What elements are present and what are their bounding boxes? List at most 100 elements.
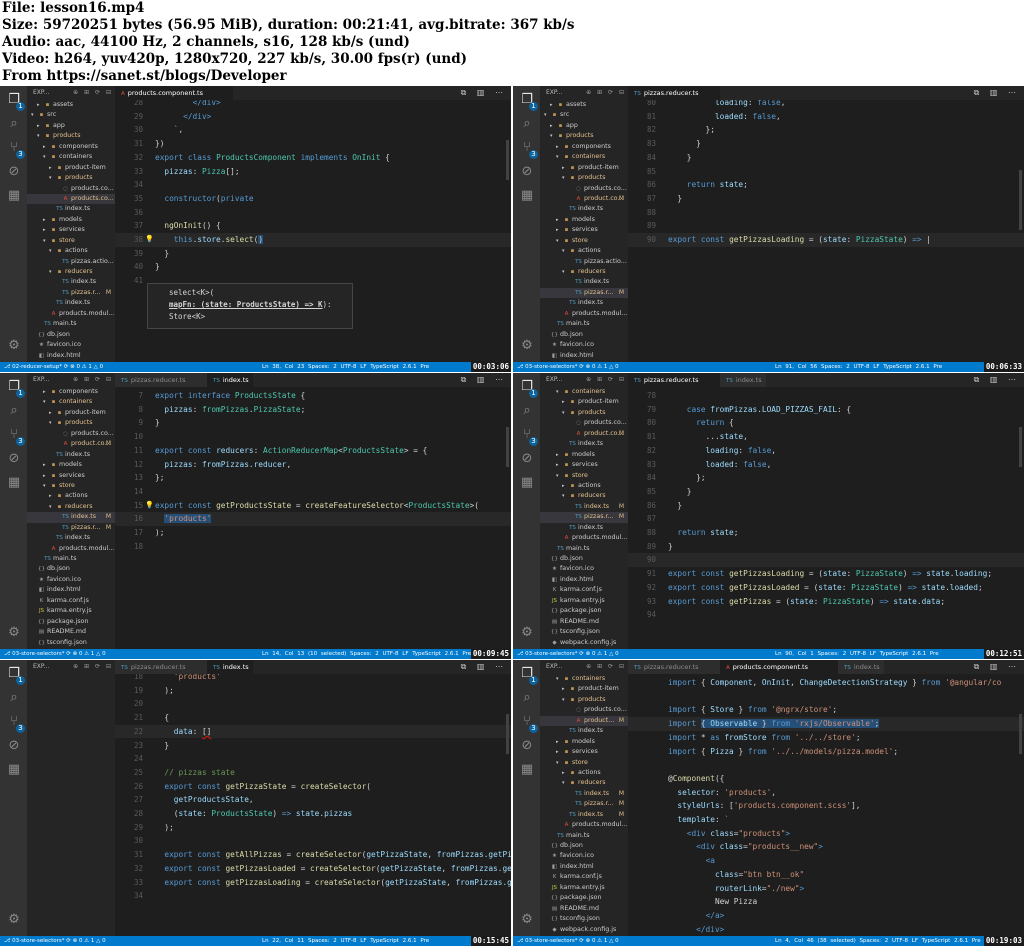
source-control-icon[interactable]: ⑂ 3 [519, 714, 538, 733]
tree-item[interactable]: ▾ ▪ products [540, 173, 628, 183]
tree-item[interactable]: TS index.ts [27, 533, 115, 543]
files-icon[interactable]: ❐ 1 [6, 379, 25, 398]
tree-item[interactable]: ★ favicon.ico [540, 340, 628, 350]
tree-item[interactable]: ▾ ▪ containers [540, 674, 628, 684]
tree-item[interactable]: ▸ ▪ product-item [540, 163, 628, 173]
tree-item[interactable]: ▾ ▪ actions [540, 246, 628, 256]
tree-item[interactable]: ▾ ▪ products [27, 418, 115, 428]
tree-item[interactable]: ▸ ▪ product-item [27, 408, 115, 418]
tree-item[interactable]: ◌ products.co... [540, 418, 628, 428]
debug-icon[interactable]: ⊘ [519, 451, 535, 467]
tree-item[interactable]: ▾ ▪ store [540, 471, 628, 481]
tree-item[interactable]: Aproduct.co... M [540, 194, 628, 204]
files-icon[interactable]: ❐ 1 [519, 379, 538, 398]
tree-item[interactable]: ◆ webpack.config.js [540, 638, 628, 648]
tree-item[interactable]: TS pizzas.r... M [540, 799, 628, 809]
gear-icon[interactable]: ⚙ [6, 338, 22, 354]
tree-item[interactable]: ◧ index.html [540, 862, 628, 872]
split-editor-icon[interactable]: ⧉ ▥ ⋯ [974, 373, 1020, 387]
tree-item[interactable]: ◌ products.co... [540, 705, 628, 715]
editor-tab[interactable]: TS pizzas.reducer.ts [115, 373, 207, 387]
tree-item[interactable]: ▸ ▪ models [540, 737, 628, 747]
cursor-status[interactable]: Ln 22, Col 11 Spaces: 2 UTF-8 LF TypeScr… [262, 936, 429, 946]
tree-item[interactable]: ▾ ▪ reducers [27, 267, 115, 277]
gear-icon[interactable]: ⚙ [519, 625, 535, 641]
gear-icon[interactable]: ⚙ [6, 912, 22, 928]
editor-tab[interactable]: TS index.ts [720, 373, 766, 387]
tree-item[interactable]: ▸ ▪ models [27, 215, 115, 225]
scrollbar-thumb[interactable] [1019, 170, 1022, 230]
editor-tab[interactable]: TS pizzas.reducer.ts [628, 86, 720, 100]
tree-item[interactable]: TS pizzas.r... M [540, 512, 628, 523]
source-control-icon[interactable]: ⑂ 3 [519, 140, 538, 159]
tree-item[interactable]: Aproducts.modul... [540, 309, 628, 319]
tree-item[interactable]: ▾ ▪ reducers [540, 491, 628, 501]
tree-item[interactable]: ▸ ▪ services [540, 460, 628, 470]
tree-item[interactable]: ▸ ▪ actions [540, 481, 628, 491]
code-editor[interactable]: 7 export interface ProductsState {8 pizza… [115, 387, 511, 649]
editor-tab[interactable]: TS index.ts [838, 660, 884, 674]
tree-item[interactable]: ◌ products.co... [27, 184, 115, 194]
search-icon[interactable]: ⌕ [6, 403, 22, 419]
tree-item[interactable]: ★ favicon.ico [27, 340, 115, 350]
tree-item[interactable]: TS pizzas.actio... [27, 257, 115, 267]
tree-item[interactable]: ▸ ▪ app [540, 121, 628, 131]
tree-item[interactable]: Aproduct... M [540, 715, 628, 727]
tree-item[interactable]: ▾ ▪ products [540, 131, 628, 141]
cursor-status[interactable]: Ln 91, Col 56 Spaces: 2 UTF-8 LF TypeScr… [775, 362, 942, 372]
code-editor[interactable]: import { Component, OnInit, ChangeDetect… [628, 674, 1024, 936]
tree-item[interactable]: ▸ ▪ models [27, 460, 115, 470]
explorer-tools-icon[interactable]: ⊕ ⊞ ⟳ ⊟ [73, 86, 113, 100]
tree-item[interactable]: TS main.ts [540, 544, 628, 554]
extensions-icon[interactable]: ▦ [6, 762, 22, 778]
tree-item[interactable]: ▾ ▪ containers [540, 387, 628, 397]
tree-item[interactable]: ▸ ▪ models [540, 450, 628, 460]
tree-item[interactable]: ▸ ▪ services [540, 225, 628, 235]
tree-item[interactable]: Aproducts.modul... [540, 533, 628, 543]
lightbulb-icon[interactable]: 💡 [145, 499, 154, 513]
tree-item[interactable]: ▸ ▪ product-item [540, 397, 628, 407]
source-control-icon[interactable]: ⑂ 3 [6, 714, 25, 733]
tree-item[interactable]: TS index.ts [540, 726, 628, 736]
lightbulb-icon[interactable]: 💡 [145, 233, 154, 247]
tree-item[interactable]: {} db.json [27, 564, 115, 574]
tree-item[interactable]: TS index.ts [27, 298, 115, 308]
tree-item[interactable]: ▸ ▪ assets [27, 100, 115, 110]
tree-item[interactable]: ▤ README.md [27, 627, 115, 637]
tree-item[interactable]: Aproduct.co... M [27, 439, 115, 449]
tree-item[interactable]: TS index.ts M [540, 502, 628, 512]
tree-item[interactable]: {} tsconfig.json [27, 638, 115, 648]
tree-item[interactable]: {} db.json [27, 330, 115, 340]
search-icon[interactable]: ⌕ [6, 690, 22, 706]
code-editor[interactable]: 80 loading: false, 81 loaded: false, 82 };… [628, 100, 1024, 362]
tree-item[interactable]: TS main.ts [540, 319, 628, 329]
tree-item[interactable]: {} package.json [27, 617, 115, 627]
code-editor[interactable]: 18 'products' 19 ); 20 21 {22 data: [] 23 } 2… [115, 674, 511, 936]
editor-tab[interactable]: Aproducts.component.ts [115, 86, 233, 100]
tree-item[interactable]: ◆ webpack.config.js [540, 925, 628, 935]
tree-item[interactable]: ▾ ▪ store [540, 758, 628, 768]
extensions-icon[interactable]: ▦ [6, 188, 22, 204]
tree-item[interactable]: TS pizzas.actio... [540, 257, 628, 267]
search-icon[interactable]: ⌕ [519, 116, 535, 132]
tree-item[interactable]: TS main.ts [27, 554, 115, 564]
extensions-icon[interactable]: ▦ [519, 475, 535, 491]
gear-icon[interactable]: ⚙ [6, 625, 22, 641]
tree-item[interactable]: ◌ products.co... [27, 429, 115, 439]
tree-item[interactable]: {} db.json [540, 330, 628, 340]
split-editor-icon[interactable]: ⧉ ▥ ⋯ [461, 86, 507, 100]
tree-item[interactable]: Kkarma.conf.js [27, 596, 115, 606]
tree-item[interactable]: Aproducts.modul... [27, 309, 115, 319]
branch-status[interactable]: ⎇ 03-store-selectors* ⟳ ⊗ 0 ⚠ 1 △ 0 [517, 936, 619, 946]
editor-tab[interactable]: TS index.ts [207, 373, 253, 387]
tree-item[interactable]: Aproducts.modul... [27, 544, 115, 554]
files-icon[interactable]: ❐ 1 [6, 666, 25, 685]
editor-tab[interactable]: TS pizzas.reducer.ts [628, 373, 720, 387]
tree-item[interactable]: ▸ ▪ product-item [27, 163, 115, 173]
tree-item[interactable]: TS pizzas.r... M [540, 287, 628, 299]
tree-item[interactable]: ◧ index.html [540, 575, 628, 585]
tree-item[interactable]: ▾ ▪ reducers [540, 267, 628, 277]
tree-item[interactable]: ▾ ▪ containers [540, 152, 628, 162]
tree-item[interactable]: ▸ ▪ app [27, 121, 115, 131]
files-icon[interactable]: ❐ 1 [519, 666, 538, 685]
